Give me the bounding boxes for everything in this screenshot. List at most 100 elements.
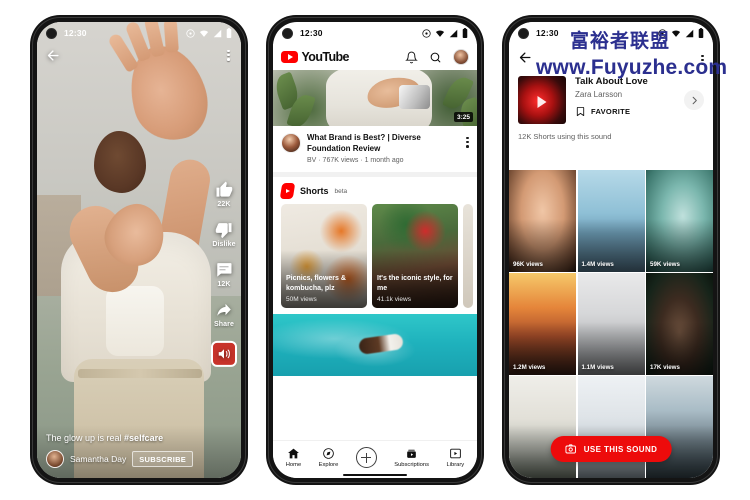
battery-icon xyxy=(698,28,704,38)
channel-name[interactable]: Samantha Day xyxy=(70,454,126,464)
video-thumbnail[interactable]: 3:25 xyxy=(273,70,477,126)
shorts-card-title: Picnics, flowers & kombucha, plz xyxy=(286,275,346,292)
video-text-block: What Brand is Best? | Diverse Foundation… xyxy=(307,133,460,164)
person-belt xyxy=(77,368,202,378)
nav-label: Subscriptions xyxy=(394,462,430,468)
phone3-status-bar: 12:30 xyxy=(509,22,713,44)
grid-item[interactable] xyxy=(646,376,713,478)
back-arrow-icon[interactable] xyxy=(46,48,61,68)
video-caption: The glow up is real #selfcare xyxy=(46,433,232,443)
search-icon[interactable] xyxy=(429,51,442,64)
grid-item[interactable] xyxy=(509,376,576,478)
phone2-status-bar: 12:30 xyxy=(273,22,477,44)
vpn-key-icon xyxy=(422,28,431,38)
youtube-play-icon xyxy=(281,51,298,63)
vpn-key-icon xyxy=(186,28,195,38)
signal-icon xyxy=(213,29,222,37)
shorts-using-count: 12K Shorts using this sound xyxy=(518,132,612,141)
kebab-menu-icon[interactable] xyxy=(701,53,704,67)
person-head xyxy=(94,131,147,194)
grid-item[interactable]: 1.4M views xyxy=(577,170,645,272)
shorts-section-header: Shorts beta xyxy=(273,177,477,205)
youtube-header: YouTube xyxy=(273,44,477,70)
nav-item-subscriptions[interactable]: Subscriptions xyxy=(394,447,429,468)
channel-avatar[interactable] xyxy=(281,133,301,153)
like-count: 22K xyxy=(217,200,231,208)
status-clock: 12:30 xyxy=(300,28,323,38)
favorite-label: FAVORITE xyxy=(591,107,631,116)
like-button[interactable]: 22K xyxy=(215,181,233,208)
avatar[interactable] xyxy=(46,450,64,468)
shorts-bottom-overlay: The glow up is real #selfcare Samantha D… xyxy=(37,425,241,478)
sound-disc-icon[interactable] xyxy=(211,340,237,367)
favorite-button[interactable]: FAVORITE xyxy=(575,106,675,117)
status-icons xyxy=(422,28,468,38)
shorts-grid: 96K views 1.4M views 59K views 1.2M view… xyxy=(509,170,713,478)
sound-text-block: Talk About Love Zara Larsson FAVORITE xyxy=(575,76,675,117)
next-video-preview[interactable] xyxy=(273,314,477,377)
youtube-wordmark: YouTube xyxy=(301,50,350,64)
dislike-label: Dislike xyxy=(212,240,236,248)
youtube-logo[interactable]: YouTube xyxy=(281,50,350,64)
caption-hashtag[interactable]: #selfcare xyxy=(124,433,163,443)
subscriptions-icon xyxy=(407,449,416,458)
nav-item-explore[interactable]: Explore xyxy=(319,447,338,468)
home-indicator xyxy=(343,473,407,476)
dislike-button[interactable]: Dislike xyxy=(212,221,236,248)
shorts-card-title: It's the iconic style, for me xyxy=(377,275,453,292)
nav-item-create[interactable] xyxy=(355,447,377,468)
kebab-menu-icon[interactable] xyxy=(227,48,230,62)
share-button[interactable]: Share xyxy=(214,301,234,328)
subscribe-button[interactable]: SUBSCRIBE xyxy=(132,451,194,467)
caption-text: The glow up is real xyxy=(46,433,125,443)
bottom-navigation: Home Explore Subscriptions Library xyxy=(273,440,477,478)
video-title[interactable]: What Brand is Best? | Diverse Foundation… xyxy=(307,133,460,154)
shorts-carousel[interactable]: Picnics, flowers & kombucha, plz 50M vie… xyxy=(273,204,477,309)
shorts-action-rail: 22K Dislike 12K Share xyxy=(211,181,237,367)
share-label: Share xyxy=(214,320,234,328)
grid-item[interactable]: 17K views xyxy=(646,273,713,375)
vpn-key-icon xyxy=(658,28,667,38)
status-icons xyxy=(186,28,232,38)
sound-title: Talk About Love xyxy=(575,76,648,87)
chevron-right-icon[interactable] xyxy=(684,90,704,110)
use-this-sound-label: USE THIS SOUND xyxy=(583,444,658,454)
grid-item[interactable] xyxy=(577,376,645,478)
camera-icon xyxy=(565,444,576,454)
camera-punch-hole xyxy=(282,27,293,39)
play-icon xyxy=(537,95,547,108)
grid-item[interactable]: 1.1M views xyxy=(577,273,645,375)
phone-youtube-home: 12:30 YouTube 3:25 What Brand is Best? |… xyxy=(266,15,484,485)
comment-button[interactable]: 12K xyxy=(215,261,233,288)
grid-item[interactable]: 96K views xyxy=(509,170,576,272)
beta-badge: beta xyxy=(334,187,348,195)
back-arrow-icon[interactable] xyxy=(518,50,533,70)
library-icon xyxy=(449,448,461,459)
phone1-status-bar: 12:30 xyxy=(37,22,241,44)
bell-icon[interactable] xyxy=(405,51,418,64)
use-this-sound-button[interactable]: USE THIS SOUND xyxy=(550,436,672,462)
plus-circle-icon[interactable] xyxy=(355,447,377,468)
sound-cover-art[interactable] xyxy=(518,76,566,124)
phone-shorts-player: 12:30 22K Dislike 12K Share The glow up … xyxy=(30,15,248,485)
sound-artist: Zara Larsson xyxy=(575,90,623,99)
phone2-screen: 12:30 YouTube 3:25 What Brand is Best? |… xyxy=(273,22,477,478)
shorts-card-partial[interactable] xyxy=(463,204,473,309)
grid-item[interactable]: 59K views xyxy=(646,170,713,272)
shorts-card[interactable]: It's the iconic style, for me 41.1k view… xyxy=(372,204,458,309)
nav-item-home[interactable]: Home xyxy=(286,447,301,468)
status-clock: 12:30 xyxy=(536,28,559,38)
comment-count: 12K xyxy=(217,280,231,288)
shorts-label: Shorts xyxy=(300,186,329,197)
phone-sound-detail: 12:30 Talk About Love Zara Larsson FAVOR… xyxy=(502,15,720,485)
channel-row: Samantha Day SUBSCRIBE xyxy=(46,450,232,468)
account-avatar[interactable] xyxy=(453,49,469,65)
wifi-icon xyxy=(435,29,445,37)
shorts-card[interactable]: Picnics, flowers & kombucha, plz 50M vie… xyxy=(281,204,367,309)
nav-item-library[interactable]: Library xyxy=(446,447,464,468)
kebab-menu-icon[interactable] xyxy=(466,133,469,164)
grid-item[interactable]: 1.2M views xyxy=(509,273,576,375)
video-subtitle: BV · 767K views · 1 month ago xyxy=(307,157,404,165)
battery-icon xyxy=(462,28,468,38)
grid-item-views: 1.2M views xyxy=(513,363,546,371)
